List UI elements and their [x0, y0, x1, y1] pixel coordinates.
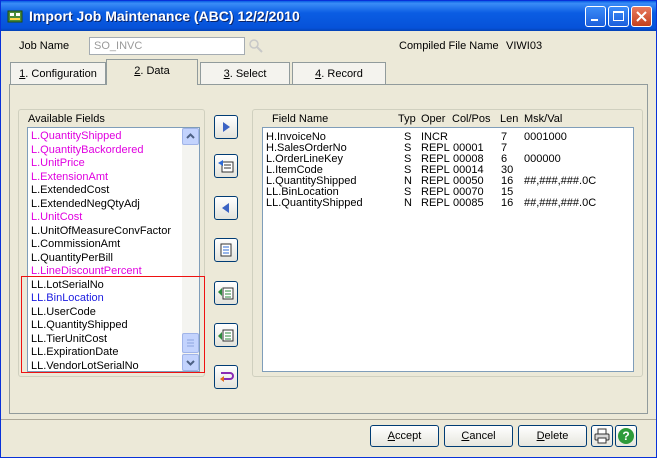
minimize-icon — [591, 19, 598, 21]
close-icon — [636, 11, 647, 22]
help-button[interactable]: ? — [615, 425, 637, 447]
tab-select[interactable]: 3. Select — [200, 62, 290, 85]
record-up-icon — [218, 287, 234, 300]
cancel-label: ancel — [469, 430, 496, 442]
swap-button[interactable] — [214, 365, 238, 389]
play-left-icon — [222, 203, 229, 213]
tab-record-label: . Record — [321, 68, 363, 80]
job-name-label: Job Name — [19, 40, 70, 52]
help-icon: ? — [618, 428, 634, 444]
grid-row[interactable]: LL.QuantityShipped N REPL 00085 16 ##,###,###… — [263, 197, 633, 209]
minimize-button[interactable] — [585, 6, 606, 27]
tab-data-label: . Data — [140, 65, 170, 77]
job-name-field[interactable]: SO_INVC — [89, 37, 245, 55]
tab-select-label: . Select — [229, 68, 267, 80]
compiled-file-label: Compiled File Name — [399, 40, 499, 52]
col-oper: Oper — [421, 113, 446, 125]
cell-field-name: LL.QuantityShipped — [266, 197, 363, 209]
cell-typ: N — [404, 197, 412, 209]
cancel-button[interactable]: Cancel — [444, 425, 513, 447]
col-pos: Col/Pos — [452, 113, 491, 125]
cell-msk: ##,###,###.0C — [524, 197, 597, 209]
lookup-icon[interactable] — [248, 38, 264, 54]
add-field-button[interactable] — [214, 115, 238, 139]
highlight-box — [21, 276, 205, 373]
chevron-up-icon — [186, 133, 195, 139]
remove-field-button[interactable] — [214, 196, 238, 220]
available-fields-header: Available Fields — [28, 113, 105, 125]
play-right-icon — [223, 122, 230, 132]
col-len: Len — [500, 113, 519, 125]
move-down-button[interactable] — [214, 323, 238, 347]
available-field-item[interactable]: L.UnitCost — [31, 211, 82, 224]
compiled-file-value: VIWI03 — [506, 40, 543, 52]
maximize-button[interactable] — [608, 6, 629, 27]
window-title: Import Job Maintenance (ABC) 12/2/2010 — [29, 8, 300, 24]
tab-record[interactable]: 4. Record — [292, 62, 386, 85]
selected-fields-list[interactable]: H.InvoiceNo S INCR 7 0001000 H.SalesOrderNo S R… — [262, 127, 634, 372]
svg-text:?: ? — [622, 429, 629, 443]
tab-configuration-label: . Configuration — [25, 68, 97, 80]
delete-key: D — [536, 430, 545, 442]
print-button[interactable] — [591, 425, 613, 447]
move-up-button[interactable] — [214, 281, 238, 305]
available-field-item[interactable]: L.QuantityShipped — [31, 130, 122, 143]
accept-button[interactable]: Accept — [370, 425, 439, 447]
app-icon — [7, 10, 23, 23]
document-list-icon — [220, 243, 232, 257]
cell-pos: 00085 — [453, 197, 484, 209]
swap-arrows-icon — [220, 372, 234, 382]
accept-key: A — [387, 430, 396, 442]
available-field-item[interactable]: L.QuantityBackordered — [31, 144, 144, 157]
col-msk: Msk/Val — [524, 113, 563, 125]
available-field-item[interactable]: L.CommissionAmt — [31, 238, 120, 251]
scroll-up-button[interactable] — [182, 128, 199, 145]
cell-oper: REPL — [421, 197, 450, 209]
insert-record-icon — [218, 160, 234, 173]
col-typ: Typ — [398, 113, 416, 125]
col-field-name: Field Name — [272, 113, 329, 125]
record-down-icon — [218, 329, 234, 342]
available-field-item[interactable]: L.ExtensionAmt — [31, 171, 108, 184]
available-field-item[interactable]: L.ExtendedNegQtyAdj — [31, 198, 140, 211]
accept-label: ccept — [395, 430, 422, 442]
field-properties-button[interactable] — [214, 238, 238, 262]
import-job-window: Import Job Maintenance (ABC) 12/2/2010 J… — [0, 0, 657, 458]
title-bar[interactable]: Import Job Maintenance (ABC) 12/2/2010 — [1, 1, 656, 31]
available-field-item[interactable]: L.QuantityPerBill — [31, 252, 113, 265]
bottom-divider — [1, 419, 656, 420]
available-field-item[interactable]: L.UnitPrice — [31, 157, 85, 170]
cell-len: 16 — [501, 197, 514, 209]
available-field-item[interactable]: L.ExtendedCost — [31, 184, 109, 197]
maximize-icon — [613, 11, 624, 21]
tab-data[interactable]: 2. Data — [106, 59, 198, 85]
delete-button[interactable]: Delete — [518, 425, 587, 447]
close-button[interactable] — [631, 6, 652, 27]
insert-field-button[interactable] — [214, 154, 238, 178]
available-field-item[interactable]: L.UnitOfMeasureConvFactor — [31, 225, 171, 238]
delete-label: elete — [544, 430, 569, 442]
tab-configuration[interactable]: 1. Configuration — [10, 62, 106, 85]
printer-icon — [594, 428, 610, 444]
